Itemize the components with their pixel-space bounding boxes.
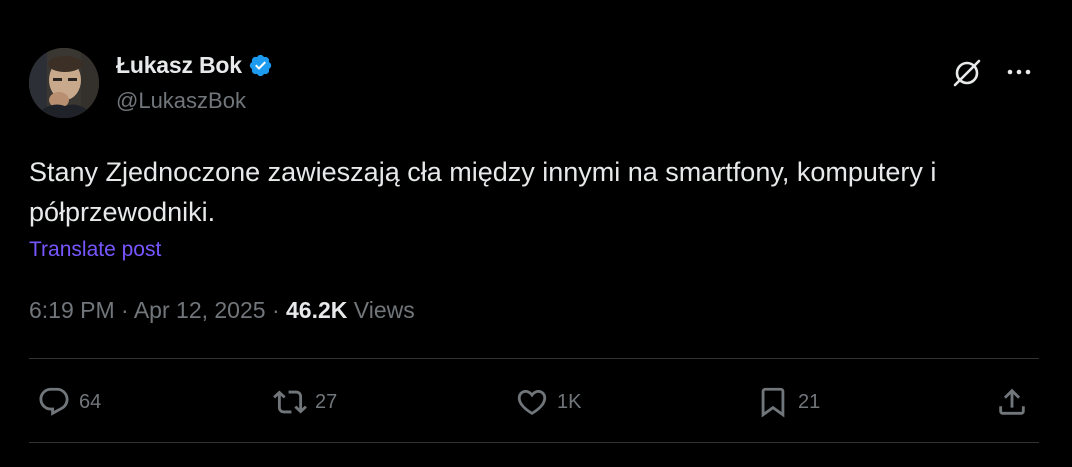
grok-icon[interactable] [950, 56, 984, 90]
views-label: Views [353, 297, 415, 323]
share-icon [999, 388, 1025, 415]
author-handle[interactable]: @LukaszBok [116, 88, 246, 114]
avatar-image [29, 48, 99, 118]
post-date[interactable]: Apr 12, 2025 [134, 297, 266, 323]
reply-icon [39, 387, 69, 416]
repost-icon [273, 390, 307, 414]
repost-button[interactable]: 27 [273, 366, 337, 438]
bookmark-button[interactable]: 21 [756, 366, 820, 438]
divider-bottom [29, 442, 1039, 443]
repost-count: 27 [315, 390, 338, 413]
author-name[interactable]: Łukasz Bok [116, 52, 242, 79]
share-button[interactable] [995, 366, 1029, 438]
like-count: 1K [557, 390, 582, 413]
reply-count: 64 [79, 390, 102, 413]
like-button[interactable]: 1K [515, 366, 581, 438]
meta-separator: · [121, 297, 129, 323]
heart-icon [517, 389, 547, 415]
author-name-row[interactable]: Łukasz Bok [116, 52, 273, 79]
verified-badge-icon[interactable] [248, 53, 273, 78]
meta-separator: · [271, 297, 280, 323]
avatar[interactable] [29, 48, 99, 118]
reply-button[interactable]: 64 [37, 366, 101, 438]
action-bar: 64 27 1K 21 [29, 366, 1039, 438]
translate-post-link[interactable]: Translate post [29, 238, 161, 262]
post-text: Stany Zjednoczone zawieszają cła między … [29, 157, 937, 227]
views-count: 46.2K [286, 297, 348, 323]
post-meta: 6:19 PM · Apr 12, 2025 · 46.2K Views [29, 297, 415, 324]
bookmark-count: 21 [798, 390, 821, 413]
divider-top [29, 358, 1039, 359]
bookmark-icon [761, 387, 785, 418]
more-icon[interactable] [1004, 59, 1034, 85]
post-time[interactable]: 6:19 PM [29, 297, 115, 323]
